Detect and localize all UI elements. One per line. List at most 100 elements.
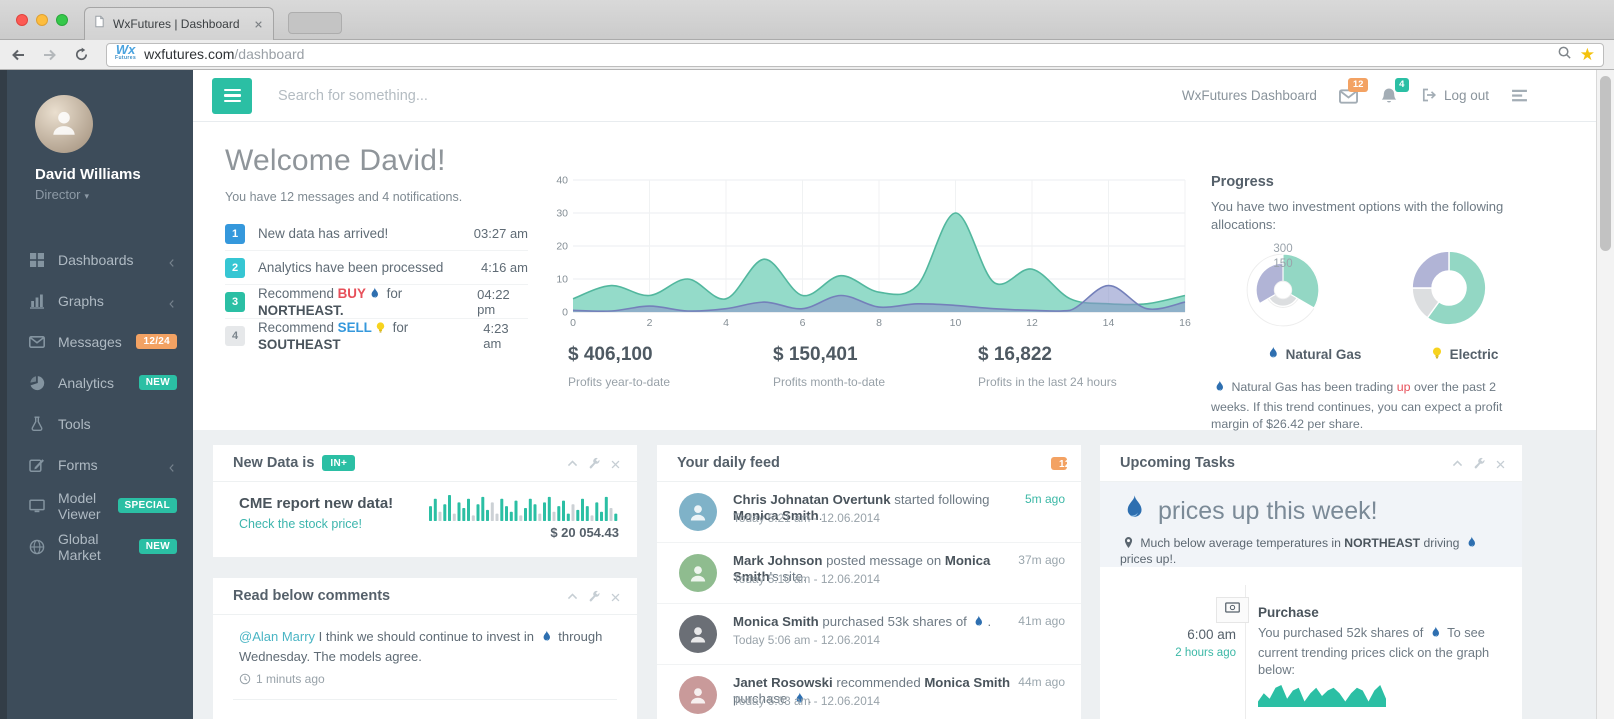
panel-controls	[1451, 457, 1508, 470]
brand-title: WxFutures Dashboard	[1182, 88, 1317, 103]
sidebar-item-tools[interactable]: Tools	[7, 403, 193, 444]
collapse-icon[interactable]	[1451, 457, 1464, 470]
feed-timestamp: Today 5:10 am - 12.06.2014	[733, 572, 880, 586]
svg-text:6: 6	[800, 317, 806, 329]
browser-tab[interactable]: WxFutures | Dashboard	[84, 7, 274, 40]
svg-text:2: 2	[647, 317, 653, 329]
window-minimize-button[interactable]	[36, 14, 48, 26]
collapse-icon[interactable]	[566, 457, 579, 470]
feed-avatar	[679, 493, 717, 531]
person-icon	[49, 107, 79, 142]
notifications-button[interactable]: 4	[1380, 87, 1399, 105]
svg-text:10: 10	[556, 274, 568, 286]
search-icon[interactable]	[1557, 45, 1572, 65]
sidebar-item-messages[interactable]: Messages12/24	[7, 321, 193, 362]
overview-card: Welcome David! You have 12 messages and …	[193, 122, 1596, 430]
chevron-left-icon	[167, 460, 177, 470]
flask-icon	[29, 416, 45, 432]
url-row: Wx Futures wxfutures.com/dashboard ★	[0, 40, 1614, 70]
notification-text: New data has arrived!	[258, 226, 388, 241]
purchase-graph[interactable]	[1258, 683, 1386, 707]
stock-price-link[interactable]: Check the stock price!	[239, 517, 362, 531]
close-icon[interactable]	[610, 457, 623, 470]
back-button[interactable]	[10, 46, 30, 64]
notification-text: Recommend SELL for SOUTHEAST	[258, 320, 483, 352]
bookmark-star-icon[interactable]: ★	[1580, 46, 1595, 63]
donut-chart	[1403, 242, 1495, 334]
cme-headline: CME report new data!	[239, 495, 393, 512]
electric-donut-chart	[1403, 242, 1495, 334]
feed-timestamp: Today 5:03 am - 12.06.2014	[733, 694, 880, 708]
sidebar-item-label: Global Market	[58, 531, 139, 563]
notification-row[interactable]: 4Recommend SELL for SOUTHEAST4:23 am	[225, 319, 528, 353]
config-icon[interactable]	[588, 590, 601, 603]
sidebar-item-graphs[interactable]: Graphs	[7, 280, 193, 321]
sidebar-item-forms[interactable]: Forms	[7, 444, 193, 485]
config-icon[interactable]	[588, 457, 601, 470]
notification-number-badge: 1	[225, 224, 245, 244]
notification-text: Analytics have been processed	[258, 260, 443, 275]
window-close-button[interactable]	[16, 14, 28, 26]
text-segment: .	[987, 614, 991, 629]
feed-item[interactable]: Chris Johnatan Overtunk started followin…	[657, 482, 1081, 543]
search-input[interactable]	[276, 87, 696, 105]
tab-close-icon[interactable]	[251, 17, 265, 31]
in-badge: IN+	[322, 455, 355, 471]
scrollbar-thumb[interactable]	[1600, 76, 1611, 251]
caret-down-icon: ▾	[85, 191, 90, 201]
gas-icon	[1213, 380, 1226, 399]
task-time: 6:00 am	[1118, 627, 1236, 642]
logout-icon	[1421, 87, 1437, 105]
globe-icon	[29, 539, 45, 555]
sidebar-item-label: Graphs	[58, 293, 104, 309]
progress-title: Progress	[1211, 174, 1543, 190]
text-segment[interactable]: @Alan Marry	[239, 629, 315, 644]
notification-row[interactable]: 2Analytics have been processed4:16 am	[225, 251, 528, 285]
config-icon[interactable]	[1473, 457, 1486, 470]
reload-button[interactable]	[74, 46, 94, 64]
screen: WxFutures | Dashboard Wx Futures wxfutur…	[0, 0, 1614, 719]
bulb-icon	[1430, 346, 1444, 363]
close-icon[interactable]	[1495, 457, 1508, 470]
window-zoom-button[interactable]	[56, 14, 68, 26]
notification-row[interactable]: 1New data has arrived!03:27 am	[225, 217, 528, 251]
new-tab-button[interactable]	[288, 12, 342, 34]
feed-avatar	[679, 615, 717, 653]
messages-button[interactable]: 12	[1339, 87, 1358, 105]
pin-icon	[1122, 536, 1135, 552]
feed-item[interactable]: Mark Johnson posted message on Monica Sm…	[657, 543, 1081, 604]
sidebar-item-global-market[interactable]: Global MarketNEW	[7, 526, 193, 567]
topbar-right: WxFutures Dashboard 12 4 Log out	[1182, 87, 1530, 105]
text-segment: Much below average temperatures in	[1137, 536, 1344, 550]
allocation-charts: 300150	[1211, 242, 1543, 342]
profit-stats: $ 406,100 Profits year-to-date $ 150,401…	[568, 344, 1183, 389]
address-bar[interactable]: Wx Futures wxfutures.com/dashboard ★	[106, 43, 1604, 67]
close-icon[interactable]	[610, 590, 623, 603]
sidebar: David Williams Director▾ DashboardsGraph…	[7, 70, 193, 719]
stat-label: Profits month-to-date	[773, 375, 978, 389]
feed-item[interactable]: Janet Rosowski recommended Monica Smith …	[657, 665, 1081, 719]
notification-number-badge: 3	[225, 292, 245, 312]
quick-menu-icon[interactable]	[1511, 87, 1530, 105]
topbar: WxFutures Dashboard 12 4 Log out	[193, 70, 1596, 122]
gas-icon	[1465, 536, 1478, 552]
clock-icon	[239, 673, 251, 685]
text-segment: Recommend	[258, 286, 338, 301]
browser-scrollbar[interactable]	[1596, 70, 1614, 719]
user-role-dropdown[interactable]: Director▾	[35, 187, 193, 202]
sidebar-item-dashboards[interactable]: Dashboards	[7, 239, 193, 280]
bulb-icon	[374, 321, 387, 337]
logout-button[interactable]: Log out	[1421, 87, 1489, 105]
feed-item[interactable]: Monica Smith purchased 53k shares of .To…	[657, 604, 1081, 665]
collapse-icon[interactable]	[566, 590, 579, 603]
notification-row[interactable]: 3Recommend BUY for NORTHEAST.04:22 pm	[225, 285, 528, 319]
forward-button[interactable]	[42, 46, 62, 64]
browser-chrome: WxFutures | Dashboard Wx Futures wxfutur…	[0, 0, 1614, 70]
sidebar-item-model-viewer[interactable]: Model ViewerSPECIAL	[7, 485, 193, 526]
welcome-subtitle: You have 12 messages and 4 notifications…	[225, 190, 462, 204]
menu-toggle-button[interactable]	[212, 78, 252, 114]
welcome-title: Welcome David!	[225, 144, 446, 178]
sidebar-item-analytics[interactable]: AnalyticsNEW	[7, 362, 193, 403]
chevron-left-icon	[167, 296, 177, 306]
natural-gas-polar-chart: 300150	[1237, 244, 1329, 336]
